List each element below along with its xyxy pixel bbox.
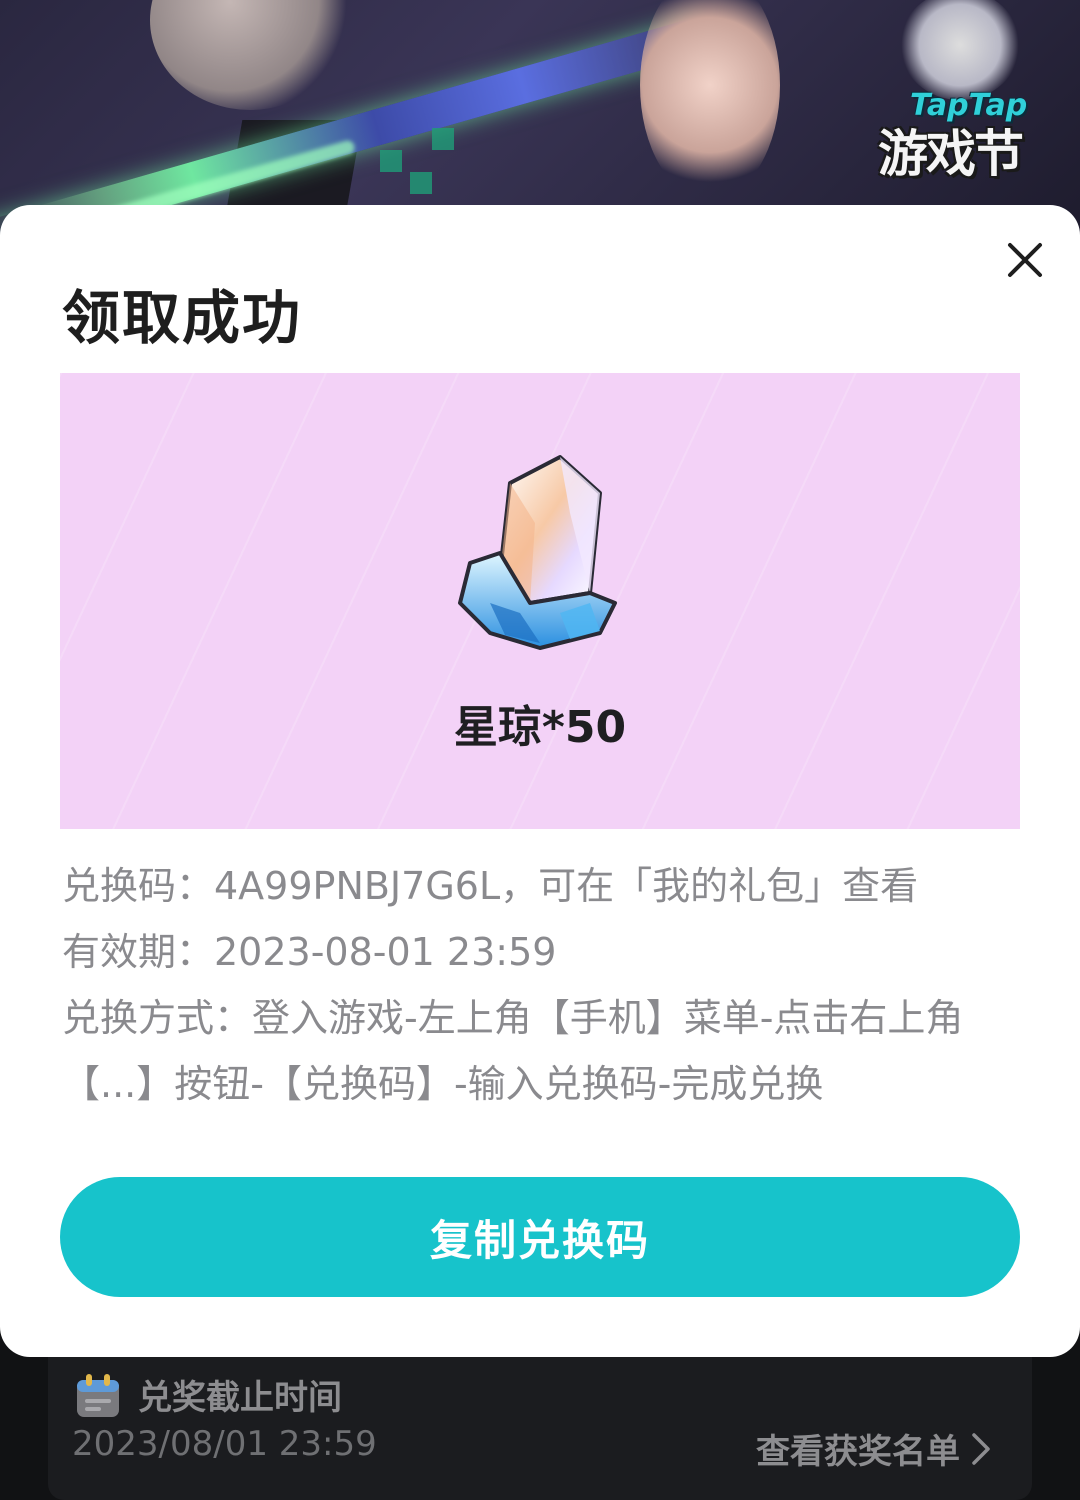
character-art [640,0,780,200]
redeem-method-line: 兑换方式：登入游戏-左上角【手机】菜单-点击右上角【...】按钮-【兑换码】-输… [62,996,964,1106]
character-art [900,0,1020,100]
copy-code-button[interactable]: 复制兑换码 [60,1177,1020,1297]
claim-success-modal: 领取成功 星琼*50 兑换码：4A99PNBJ7G6L，可在「我的礼包」查看 有… [0,205,1080,1357]
close-button[interactable] [1000,235,1050,285]
modal-title: 领取成功 [62,284,303,352]
logo-cn: 游戏节 [878,125,1024,183]
chevron-right-icon [972,1432,990,1465]
deadline-value: 2023/08/01 23:59 [72,1424,377,1464]
crystal-icon [458,455,617,650]
taptap-festival-logo: TapTap 游戏节 [870,88,1055,188]
pixel-decoration [410,172,432,194]
redeem-info: 兑换码：4A99PNBJ7G6L，可在「我的礼包」查看 有效期：2023-08-… [62,853,1022,1117]
view-winners-label: 查看获奖名单 [756,1432,960,1472]
pixel-decoration [380,150,402,172]
reward-name: 星琼*50 [453,702,627,753]
calendar-icon [77,1374,119,1417]
pixel-decoration [432,128,454,150]
prize-deadline-panel: 兑奖截止时间 2023/08/01 23:59 查看获奖名单 [48,1340,1032,1500]
deadline-label: 兑奖截止时间 [138,1378,342,1418]
redeem-code-line: 兑换码：4A99PNBJ7G6L，可在「我的礼包」查看 [62,864,919,908]
character-art [150,0,350,110]
close-icon [1008,243,1042,277]
validity-line: 有效期：2023-08-01 23:59 [62,930,557,974]
view-winners-link[interactable]: 查看获奖名单 [756,1424,992,1473]
reward-card: 星琼*50 [60,373,1020,829]
